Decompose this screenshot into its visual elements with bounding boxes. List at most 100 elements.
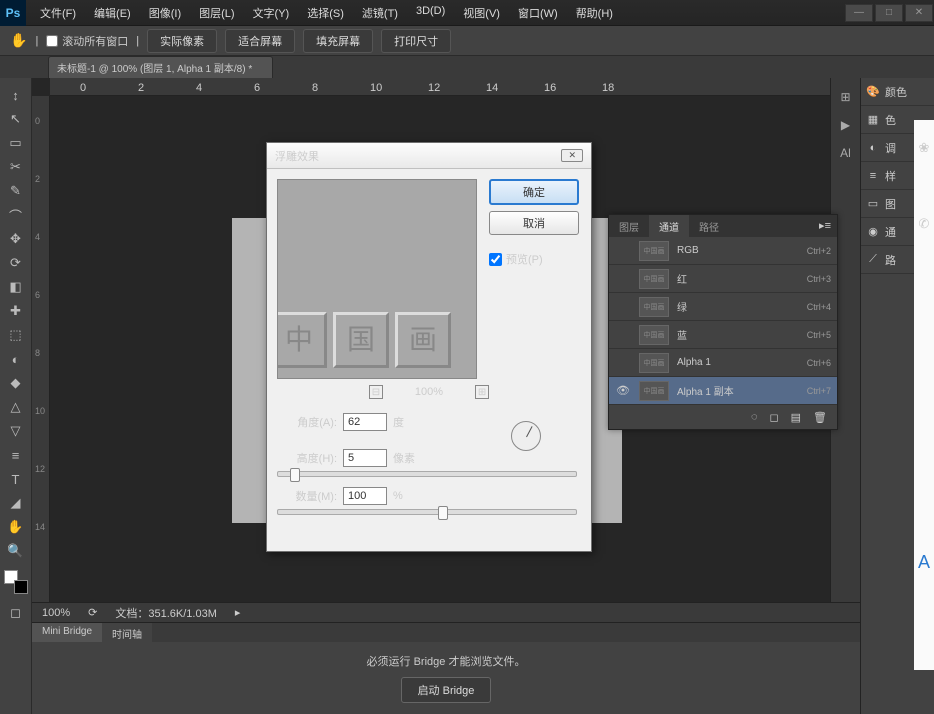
channels-panel: 图层 通道 路径 ▸≡ 中国画RGBCtrl+2中国画红Ctrl+3中国画绿Ct… (608, 214, 838, 430)
channel-row[interactable]: 中国画绿Ctrl+4 (609, 293, 837, 321)
divider: | (35, 35, 38, 47)
menu-help[interactable]: 帮助(H) (568, 1, 621, 25)
height-input[interactable] (343, 449, 387, 467)
channel-row[interactable]: 👁 中国画 Alpha 1 副本 Ctrl+7 (609, 377, 837, 405)
tool-14[interactable]: ▽ (4, 420, 28, 442)
save-selection-icon[interactable]: ◻ (769, 411, 778, 424)
tool-15[interactable]: ≡ (4, 444, 28, 466)
channel-row[interactable]: 中国画红Ctrl+3 (609, 265, 837, 293)
height-slider[interactable] (277, 471, 577, 477)
zoom-in-button[interactable]: ⊞ (475, 385, 489, 399)
channel-name: Alpha 1 (677, 357, 799, 368)
tool-10[interactable]: ⬚ (4, 324, 28, 346)
menu-type[interactable]: 文字(Y) (245, 1, 298, 25)
preview-checkbox[interactable]: 预览(P) (489, 251, 579, 267)
channel-thumb: 中国画 (639, 297, 669, 317)
menu-view[interactable]: 视图(V) (455, 1, 508, 25)
arrow-icon[interactable]: ▸ (235, 606, 241, 619)
tab-paths[interactable]: 路径 (689, 215, 729, 237)
print-size-button[interactable]: 打印尺寸 (381, 29, 451, 53)
ruler-horizontal: 024681012141618 (50, 78, 830, 96)
tab-layers[interactable]: 图层 (609, 215, 649, 237)
minimize-button[interactable]: — (845, 4, 873, 22)
fill-screen-button[interactable]: 填充屏幕 (303, 29, 373, 53)
menu-filter[interactable]: 滤镜(T) (354, 1, 406, 25)
menu-select[interactable]: 选择(S) (299, 1, 352, 25)
ok-button[interactable]: 确定 (489, 179, 579, 205)
tool-8[interactable]: ◧ (4, 276, 28, 298)
angle-input[interactable] (343, 413, 387, 431)
rotate-icon[interactable]: ⟳ (88, 606, 97, 619)
menu-window[interactable]: 窗口(W) (510, 1, 566, 25)
menu-file[interactable]: 文件(F) (32, 1, 84, 25)
amount-label: 数量(M): (277, 488, 337, 504)
channel-shortcut: Ctrl+5 (807, 330, 831, 340)
menu-layer[interactable]: 图层(L) (191, 1, 242, 25)
menu-3d[interactable]: 3D(D) (408, 1, 453, 25)
flower-icon[interactable]: ❀ (919, 140, 930, 156)
color-swatches[interactable] (4, 570, 28, 594)
tool-19[interactable]: 🔍 (4, 540, 28, 562)
channel-thumb: 中国画 (639, 381, 669, 401)
channel-row[interactable]: 中国画Alpha 1Ctrl+6 (609, 349, 837, 377)
zoom-out-button[interactable]: ⊟ (369, 385, 383, 399)
tool-16[interactable]: T (4, 468, 28, 490)
tool-1[interactable]: ↖ (4, 108, 28, 130)
tool-2[interactable]: ▭ (4, 132, 28, 154)
tool-13[interactable]: △ (4, 396, 28, 418)
tool-11[interactable]: ◐ (4, 348, 28, 370)
delete-channel-icon[interactable]: 🗑 (813, 411, 827, 424)
launch-bridge-button[interactable]: 启动 Bridge (401, 677, 492, 703)
emboss-dialog: 浮雕效果 ✕ 中国画 ⊟ 100% ⊞ 角度(A): 度 高度(H): 像素 数… (266, 142, 592, 552)
channel-thumb: 中国画 (639, 269, 669, 289)
panel-0[interactable]: 🎨颜色 (861, 78, 934, 106)
phone-icon[interactable]: ✆ (919, 216, 930, 232)
channel-name: Alpha 1 副本 (677, 383, 799, 398)
tool-7[interactable]: ⟳ (4, 252, 28, 274)
angle-dial[interactable] (511, 421, 541, 451)
scroll-all-checkbox[interactable]: 滚动所有窗口 (46, 33, 128, 49)
strip-icon[interactable]: ▶ (835, 114, 857, 136)
menu-edit[interactable]: 编辑(E) (86, 1, 139, 25)
dialog-close-button[interactable]: ✕ (561, 149, 583, 162)
fit-screen-button[interactable]: 适合屏幕 (225, 29, 295, 53)
char-a-icon[interactable]: A (918, 552, 930, 573)
amount-unit: % (393, 490, 403, 502)
load-selection-icon[interactable]: ◌ (751, 411, 758, 423)
quickmask[interactable]: ◻ (4, 602, 28, 624)
tab-timeline[interactable]: 时间轴 (102, 623, 152, 642)
cancel-button[interactable]: 取消 (489, 211, 579, 235)
tool-3[interactable]: ✂ (4, 156, 28, 178)
tab-channels[interactable]: 通道 (649, 215, 689, 237)
channel-row[interactable]: 中国画RGBCtrl+2 (609, 237, 837, 265)
tab-minibridge[interactable]: Mini Bridge (32, 623, 102, 642)
strip-icon[interactable]: ⊞ (835, 86, 857, 108)
new-channel-icon[interactable]: ▤ (791, 411, 801, 424)
tool-18[interactable]: ✋ (4, 516, 28, 538)
zoom-level[interactable]: 100% (42, 607, 70, 619)
amount-slider[interactable] (277, 509, 577, 515)
tools-panel: ↕↖▭✂✎⌒✥⟳◧✚⬚◐◆△▽≡T◢✋🔍 ◻ (0, 78, 32, 714)
tool-9[interactable]: ✚ (4, 300, 28, 322)
channel-row[interactable]: 中国画蓝Ctrl+5 (609, 321, 837, 349)
tool-12[interactable]: ◆ (4, 372, 28, 394)
channel-shortcut: Ctrl+7 (807, 386, 831, 396)
channel-thumb: 中国画 (639, 325, 669, 345)
tool-5[interactable]: ⌒ (4, 204, 28, 226)
actual-pixels-button[interactable]: 实际像素 (147, 29, 217, 53)
channel-thumb: 中国画 (639, 353, 669, 373)
visibility-icon[interactable]: 👁 (615, 384, 631, 397)
document-tab[interactable]: 未标题-1 @ 100% (图层 1, Alpha 1 副本/8) * (48, 56, 273, 78)
tool-0[interactable]: ↕ (4, 84, 28, 106)
channel-shortcut: Ctrl+2 (807, 246, 831, 256)
filter-preview[interactable]: 中国画 (277, 179, 477, 379)
strip-icon[interactable]: Al (835, 142, 857, 164)
menu-image[interactable]: 图像(I) (141, 1, 189, 25)
amount-input[interactable] (343, 487, 387, 505)
tool-4[interactable]: ✎ (4, 180, 28, 202)
panel-menu-icon[interactable]: ▸≡ (813, 215, 837, 237)
maximize-button[interactable]: □ (875, 4, 903, 22)
tool-17[interactable]: ◢ (4, 492, 28, 514)
close-button[interactable]: ✕ (905, 4, 933, 22)
tool-6[interactable]: ✥ (4, 228, 28, 250)
